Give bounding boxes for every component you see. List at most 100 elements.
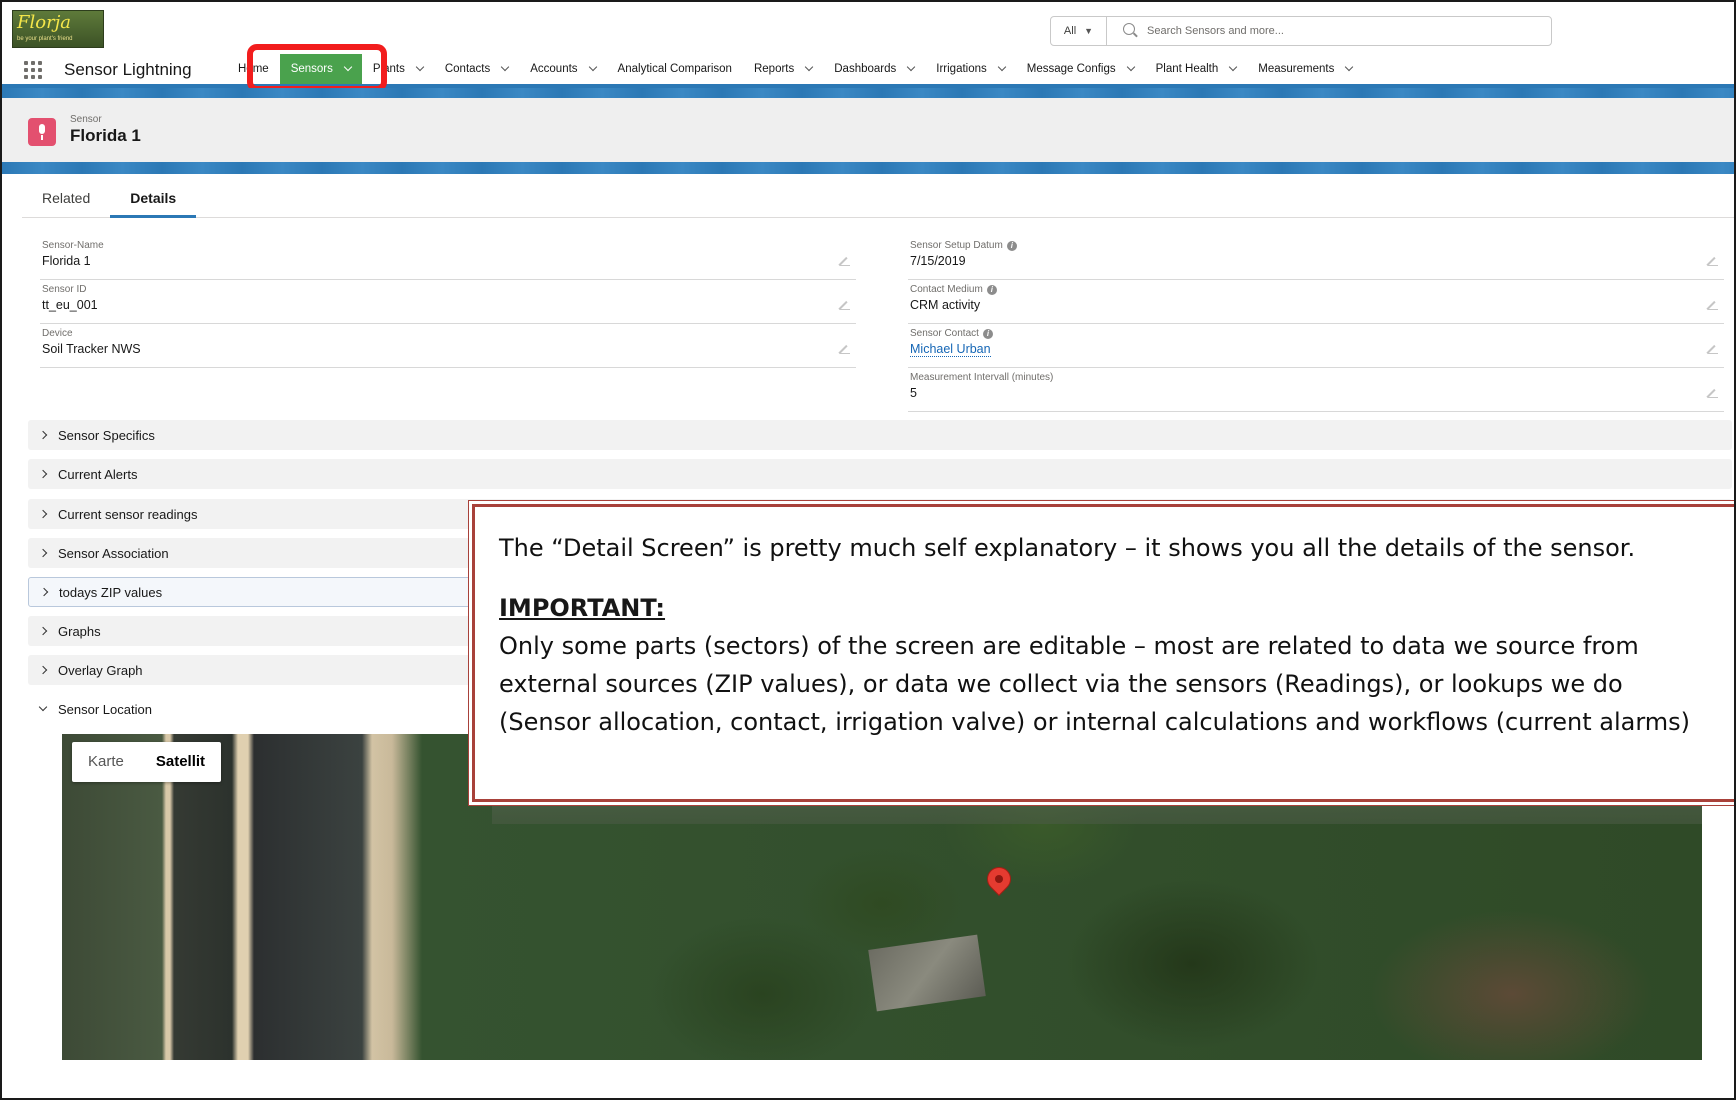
nav-tab-label: Accounts xyxy=(530,63,578,75)
map-pin-icon[interactable] xyxy=(983,863,1015,895)
nav-tab-message-configs[interactable]: Message Configs xyxy=(1016,54,1145,84)
header-pattern xyxy=(2,162,1734,174)
chevron-right-icon xyxy=(38,626,48,636)
record-tabs: Related Details xyxy=(22,186,1734,218)
annotation-callout: The “Detail Screen” is pretty much self … xyxy=(472,504,1734,802)
chevron-down-icon[interactable] xyxy=(805,62,814,72)
record-title: Florida 1 xyxy=(70,126,141,145)
pencil-icon[interactable] xyxy=(1708,388,1718,398)
pencil-icon[interactable] xyxy=(840,344,850,354)
chevron-down-icon[interactable] xyxy=(500,62,510,72)
nav-tab-irrigations[interactable]: Irrigations xyxy=(925,54,1016,84)
field-value: 5 xyxy=(910,386,917,400)
nav-tab-dashboards[interactable]: Dashboards xyxy=(823,54,925,84)
caret-down-icon: ▼ xyxy=(1084,26,1094,36)
map-type-toggle: Karte Satellit xyxy=(72,742,222,782)
callout-text: external sources (ZIP values), or data w… xyxy=(499,670,1623,698)
section-title: Sensor Location xyxy=(58,701,152,717)
field-sensor-name: Sensor-Name Florida 1 xyxy=(40,236,856,280)
field-label: Sensor-Name xyxy=(42,240,104,251)
app-launcher-icon[interactable] xyxy=(24,61,42,79)
record-header: Sensor Florida 1 xyxy=(2,88,1734,174)
callout-intro: The “Detail Screen” is pretty much self … xyxy=(499,534,1636,562)
chevron-down-icon[interactable] xyxy=(588,62,597,72)
nav-tab-accounts[interactable]: Accounts xyxy=(519,54,606,84)
app-name: Sensor Lightning xyxy=(64,60,192,79)
field-label-text: Contact Medium xyxy=(910,284,983,295)
field-label-text: Sensor Contact xyxy=(910,328,979,339)
nav-tabs: Home Sensors Plants Contacts Accounts An… xyxy=(227,54,1363,84)
chevron-right-icon xyxy=(38,430,48,440)
map-building xyxy=(868,934,986,1012)
field-value: Soil Tracker NWS xyxy=(42,342,141,356)
chevron-right-icon xyxy=(39,587,49,597)
section-title: Current sensor readings xyxy=(58,506,198,522)
nav-tab-label: Analytical Comparison xyxy=(617,63,732,75)
callout-text: (Sensor allocation, contact, irrigation … xyxy=(499,708,1691,736)
screenshot-frame: Florja be your plant's friend All ▼ Sens… xyxy=(0,0,1736,1100)
field-contact-medium: Contact Medium i CRM activity xyxy=(908,280,1724,324)
chevron-right-icon xyxy=(38,509,48,519)
section-title: Current Alerts xyxy=(58,466,138,482)
nav-tab-measurements[interactable]: Measurements xyxy=(1247,54,1363,84)
global-search: All ▼ xyxy=(1050,16,1552,46)
field-label: Measurement Intervall (minutes) xyxy=(910,372,1054,383)
section-title: Sensor Association xyxy=(58,545,169,561)
nav-tab-contacts[interactable]: Contacts xyxy=(434,54,519,84)
search-input[interactable] xyxy=(1147,23,1537,39)
field-sensor-contact: Sensor Contact i Michael Urban xyxy=(908,324,1724,368)
field-value: 7/15/2019 xyxy=(910,254,966,268)
header-pattern xyxy=(2,88,1734,98)
field-measurement-interval: Measurement Intervall (minutes) 5 xyxy=(908,368,1724,412)
sensor-contact-link[interactable]: Michael Urban xyxy=(910,342,991,357)
chevron-down-icon[interactable] xyxy=(1229,62,1238,72)
pencil-icon[interactable] xyxy=(1708,300,1718,310)
pencil-icon[interactable] xyxy=(1708,344,1718,354)
chevron-right-icon xyxy=(38,665,48,675)
field-value: CRM activity xyxy=(910,298,981,312)
chevron-right-icon xyxy=(38,548,48,558)
chevron-down-icon[interactable] xyxy=(907,62,916,72)
app-logo[interactable]: Florja be your plant's friend xyxy=(12,10,104,48)
search-scope-select[interactable]: All ▼ xyxy=(1051,17,1107,45)
satellite-view-button[interactable]: Satellit xyxy=(140,742,221,782)
chevron-down-icon xyxy=(38,702,48,712)
tab-details[interactable]: Details xyxy=(110,186,197,218)
nav-tab-label: Measurements xyxy=(1258,63,1335,75)
record-type-label: Sensor xyxy=(70,114,102,125)
field-label: Sensor ID xyxy=(42,284,87,295)
logo-tagline: be your plant's friend xyxy=(17,36,73,42)
nav-tab-label: Dashboards xyxy=(834,63,897,75)
section-title: Graphs xyxy=(58,623,101,639)
section-sensor-specifics[interactable]: Sensor Specifics xyxy=(28,420,1732,450)
chevron-down-icon[interactable] xyxy=(997,62,1007,72)
map-view-button[interactable]: Karte xyxy=(72,742,140,782)
info-icon[interactable]: i xyxy=(982,328,993,339)
chevron-down-icon[interactable] xyxy=(1126,62,1135,72)
section-title: todays ZIP values xyxy=(59,584,163,600)
nav-tab-label: Plant Health xyxy=(1155,63,1219,75)
nav-tab-analytical-comparison[interactable]: Analytical Comparison xyxy=(607,54,743,84)
callout-heading: IMPORTANT: xyxy=(499,594,666,622)
field-value: tt_eu_001 xyxy=(42,298,98,312)
field-label: Sensor Contact i xyxy=(910,328,993,339)
chevron-down-icon[interactable] xyxy=(1345,62,1354,72)
pencil-icon[interactable] xyxy=(840,256,850,266)
tab-related[interactable]: Related xyxy=(22,186,110,218)
section-title: Overlay Graph xyxy=(58,662,143,678)
info-icon[interactable]: i xyxy=(986,284,997,295)
section-title: Sensor Specifics xyxy=(58,427,155,443)
pencil-icon[interactable] xyxy=(840,300,850,310)
field-label: Device xyxy=(42,328,73,339)
section-current-alerts[interactable]: Current Alerts xyxy=(28,459,1732,489)
nav-tab-reports[interactable]: Reports xyxy=(743,54,823,84)
nav-tab-plant-health[interactable]: Plant Health xyxy=(1145,54,1248,84)
chevron-down-icon[interactable] xyxy=(415,62,425,72)
info-icon[interactable]: i xyxy=(1006,240,1017,251)
nav-tab-label: Reports xyxy=(753,63,795,75)
search-scope-label: All xyxy=(1063,25,1077,37)
field-value: Florida 1 xyxy=(42,254,91,268)
pencil-icon[interactable] xyxy=(1708,256,1718,266)
field-sensor-setup-datum: Sensor Setup Datum i 7/15/2019 xyxy=(908,236,1724,280)
callout-text: Only some parts (sectors) of the screen … xyxy=(499,632,1639,660)
